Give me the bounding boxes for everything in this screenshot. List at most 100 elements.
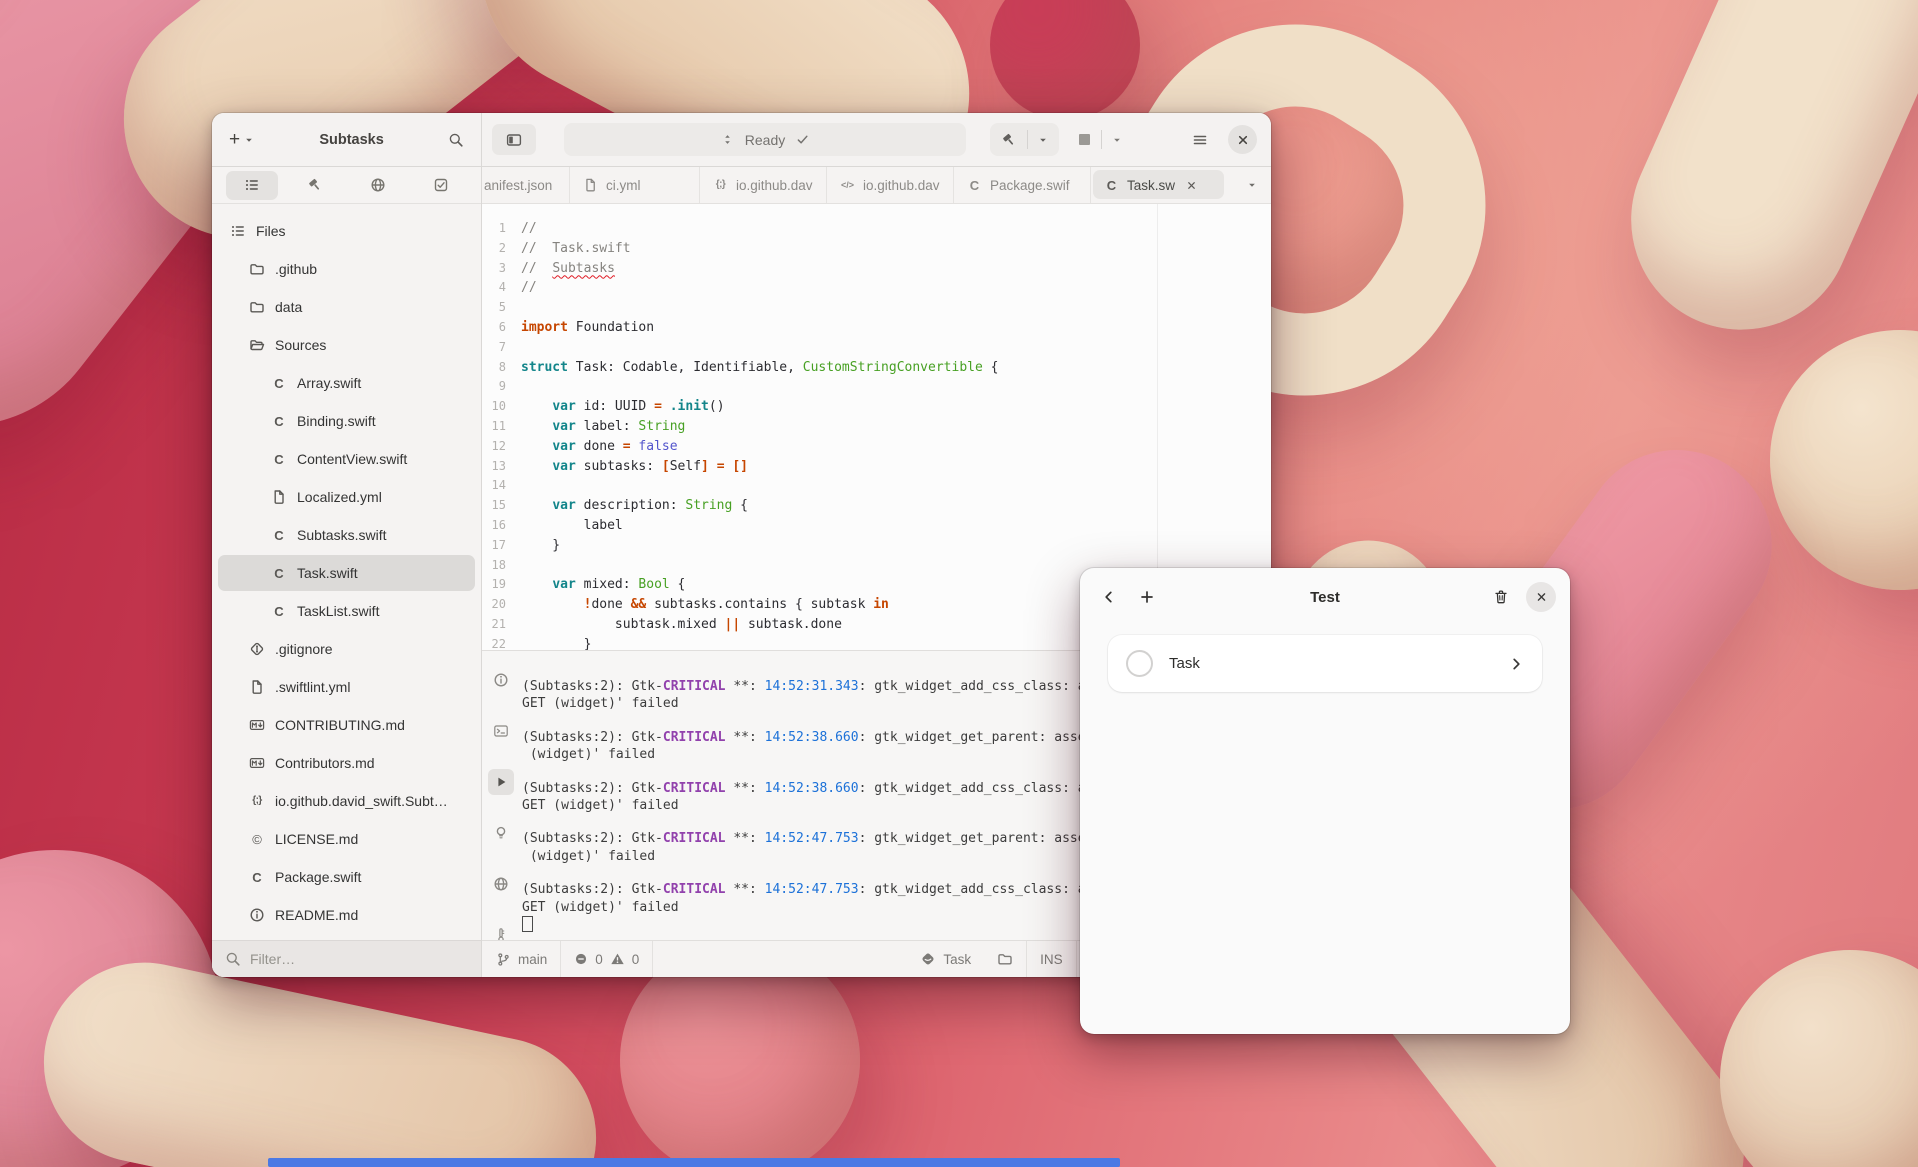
- sidebar-panel-tab-build-hammer[interactable]: [289, 171, 341, 200]
- tree-item-sources[interactable]: Sources: [212, 326, 481, 364]
- log-text: (Subtasks:2): Gtk-: [522, 882, 663, 897]
- test-headerbar: Test: [1080, 568, 1570, 626]
- chevron-down-icon: [243, 132, 255, 148]
- tree-item-tasklist-swift[interactable]: CTaskList.swift: [212, 592, 481, 630]
- copyright-icon: ©: [249, 831, 265, 847]
- code-token: description:: [576, 498, 686, 513]
- code-token: [521, 577, 552, 592]
- code-token: String: [685, 498, 732, 513]
- panel-button-globe[interactable]: [488, 871, 514, 897]
- panel-button-profiler[interactable]: [488, 922, 514, 940]
- new-document-button[interactable]: +: [224, 125, 260, 155]
- code-token: var: [552, 459, 575, 474]
- tree-item-contributors-md[interactable]: Contributors.md: [212, 744, 481, 782]
- file-tree: Files.githubdata Sources CArray.swiftCBind…: [212, 204, 481, 940]
- tree-item-localized-yml[interactable]: Localized.yml: [212, 478, 481, 516]
- sidebar-panel-tab-project-list[interactable]: [226, 171, 278, 200]
- project-list-icon: [230, 223, 246, 239]
- run-menu-button[interactable]: [1104, 125, 1130, 154]
- build-button[interactable]: [993, 125, 1025, 154]
- panel-button-info-circle[interactable]: [488, 667, 514, 693]
- code-token: ||: [725, 617, 741, 632]
- delete-button[interactable]: [1486, 582, 1516, 612]
- close-window-button[interactable]: [1526, 582, 1556, 612]
- code-line: 10 var id: UUID = .init(): [482, 397, 1271, 417]
- panel-button-lightbulb[interactable]: [488, 820, 514, 846]
- editor-tab-task-sw[interactable]: CTask.sw: [1091, 167, 1226, 203]
- tree-item-label: Sources: [275, 337, 326, 353]
- code-line: 13 var subtasks: [Self] = []: [482, 457, 1271, 477]
- line-number: 12: [482, 437, 506, 457]
- tree-item-license-md[interactable]: ©LICENSE.md: [212, 820, 481, 858]
- tree-item-label: ContentView.swift: [297, 451, 407, 467]
- editor-tab-io-github-dav[interactable]: </>io.github.dav: [827, 167, 954, 203]
- close-window-button[interactable]: [1228, 125, 1257, 154]
- code-token: import: [521, 320, 568, 335]
- tree-item-array-swift[interactable]: CArray.swift: [212, 364, 481, 402]
- task-checkbox[interactable]: [1126, 650, 1153, 677]
- search-button[interactable]: [443, 125, 469, 155]
- mode-label: INS: [1040, 952, 1063, 967]
- editor-tab-anifest-json[interactable]: anifest.json: [482, 167, 570, 203]
- log-text: (Subtasks:2): Gtk-: [522, 831, 663, 846]
- code-token: Self: [670, 459, 701, 474]
- tree-item-io-github-david-swift-subt[interactable]: {;}io.github.david_swift.Subt…: [212, 782, 481, 820]
- editor-tab-io-github-dav[interactable]: {;}io.github.dav: [700, 167, 827, 203]
- insert-mode-indicator[interactable]: INS: [1027, 941, 1076, 977]
- bottom-window-strip: [268, 1158, 1120, 1167]
- code-line: 14: [482, 476, 1271, 496]
- back-button[interactable]: [1094, 582, 1124, 612]
- tree-item-files[interactable]: Files: [212, 212, 481, 250]
- project-folder-button[interactable]: [984, 941, 1026, 977]
- git-branch-icon: [495, 951, 511, 967]
- tab-close-button[interactable]: [1183, 177, 1199, 193]
- tab-overflow-button[interactable]: [1240, 178, 1264, 192]
- code-token: false: [638, 439, 677, 454]
- tree-item-github[interactable]: .github: [212, 250, 481, 288]
- code-token: mixed:: [576, 577, 639, 592]
- sidebar-panel-tab-todo-check[interactable]: [415, 171, 467, 200]
- tree-item-gitignore[interactable]: .gitignore: [212, 630, 481, 668]
- panel-button-terminal[interactable]: [488, 718, 514, 744]
- omnibar-status-button[interactable]: Ready: [564, 123, 966, 156]
- tree-item-contentview-swift[interactable]: CContentView.swift: [212, 440, 481, 478]
- tree-item-task-swift[interactable]: CTask.swift: [212, 554, 481, 592]
- lang-c-icon: C: [271, 413, 287, 429]
- build-menu-button[interactable]: [1030, 125, 1056, 154]
- code-token: //: [521, 221, 537, 236]
- tree-item-package-swift[interactable]: CPackage.swift: [212, 858, 481, 896]
- tree-item-binding-swift[interactable]: CBinding.swift: [212, 402, 481, 440]
- editor-tab-ci-yml[interactable]: ci.yml: [570, 167, 700, 203]
- lang-c-icon: C: [271, 527, 287, 543]
- symbol-indicator[interactable]: Task: [907, 941, 984, 977]
- line-number: 17: [482, 536, 506, 556]
- git-icon: [249, 641, 265, 657]
- menu-button[interactable]: [1185, 125, 1215, 155]
- editor-tab-package-swif[interactable]: CPackage.swif: [954, 167, 1091, 203]
- log-severity: CRITICAL: [663, 679, 726, 694]
- diagnostics-indicator[interactable]: 0 0: [561, 941, 652, 977]
- tree-item-swiftlint-yml[interactable]: .swiftlint.yml: [212, 668, 481, 706]
- panel-button-run[interactable]: [488, 769, 514, 795]
- line-number: 21: [482, 615, 506, 635]
- task-label: Task: [1169, 655, 1492, 672]
- folder-icon: [249, 261, 265, 277]
- tree-item-data[interactable]: data: [212, 288, 481, 326]
- build-hammer-icon: [307, 177, 323, 193]
- code-token: subtasks.contains { subtask: [646, 597, 873, 612]
- code-token: CustomStringConvertible: [803, 360, 983, 375]
- tree-item-label: README.md: [275, 907, 358, 923]
- filter-input[interactable]: Filter…: [212, 940, 481, 977]
- toggle-sidebar-button[interactable]: [492, 124, 536, 155]
- stop-button[interactable]: [1069, 125, 1099, 154]
- tab-label: io.github.dav: [863, 178, 940, 193]
- task-row[interactable]: Task: [1108, 635, 1542, 692]
- add-task-button[interactable]: [1132, 582, 1162, 612]
- plus-icon: +: [229, 130, 240, 149]
- code-line: 2// Task.swift: [482, 239, 1271, 259]
- sidebar-panel-tab-globe[interactable]: [352, 171, 404, 200]
- git-branch-indicator[interactable]: main: [482, 941, 560, 977]
- tree-item-subtasks-swift[interactable]: CSubtasks.swift: [212, 516, 481, 554]
- tree-item-contributing-md[interactable]: CONTRIBUTING.md: [212, 706, 481, 744]
- tree-item-readme-md[interactable]: README.md: [212, 896, 481, 934]
